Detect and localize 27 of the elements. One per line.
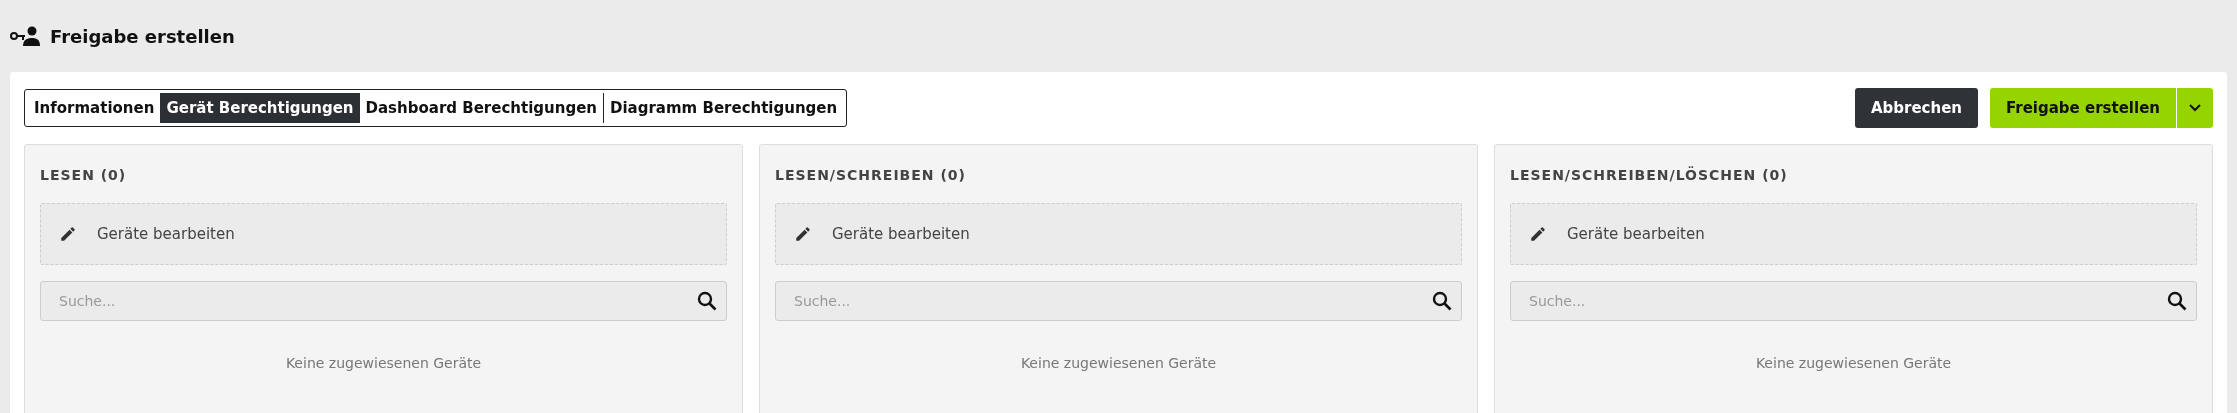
search-icon xyxy=(1432,291,1452,311)
empty-message: Keine zugewiesenen Geräte xyxy=(284,355,483,371)
panel-title: LESEN/SCHREIBEN (0) xyxy=(775,167,967,183)
tab[interactable]: Diagramm Berechtigungen xyxy=(603,93,844,123)
pencil-icon xyxy=(1529,225,1547,243)
tab[interactable]: Informationen xyxy=(28,93,161,123)
empty-message: Keine zugewiesenen Geräte xyxy=(1754,355,1953,371)
search-field[interactable]: Suche... xyxy=(1510,281,2197,321)
edit-devices-button[interactable]: Geräte bearbeiten xyxy=(775,203,1462,265)
page-title: Freigabe erstellen xyxy=(50,25,235,47)
empty-message: Keine zugewiesenen Geräte xyxy=(1019,355,1218,371)
user-key-icon xyxy=(10,26,40,46)
tab[interactable]: Gerät Berechtigungen xyxy=(160,93,360,123)
pencil-icon xyxy=(59,225,77,243)
search-icon xyxy=(2167,291,2187,311)
submit-button[interactable]: Freigabe erstellen xyxy=(1990,88,2177,128)
panel-title: LESEN/SCHREIBEN/LÖSCHEN (0) xyxy=(1510,167,1789,183)
edit-devices-button[interactable]: Geräte bearbeiten xyxy=(1510,203,2197,265)
pencil-icon xyxy=(794,225,812,243)
cancel-button[interactable]: Abbrechen xyxy=(1854,88,1978,128)
search-field[interactable]: Suche... xyxy=(40,281,727,321)
search-icon xyxy=(697,291,717,311)
tab[interactable]: Dashboard Berechtigungen xyxy=(359,93,603,123)
search-field[interactable]: Suche... xyxy=(775,281,1462,321)
edit-devices-button[interactable]: Geräte bearbeiten xyxy=(40,203,727,265)
panel-title: LESEN (0) xyxy=(40,167,128,183)
caret-icon xyxy=(2189,104,2201,112)
